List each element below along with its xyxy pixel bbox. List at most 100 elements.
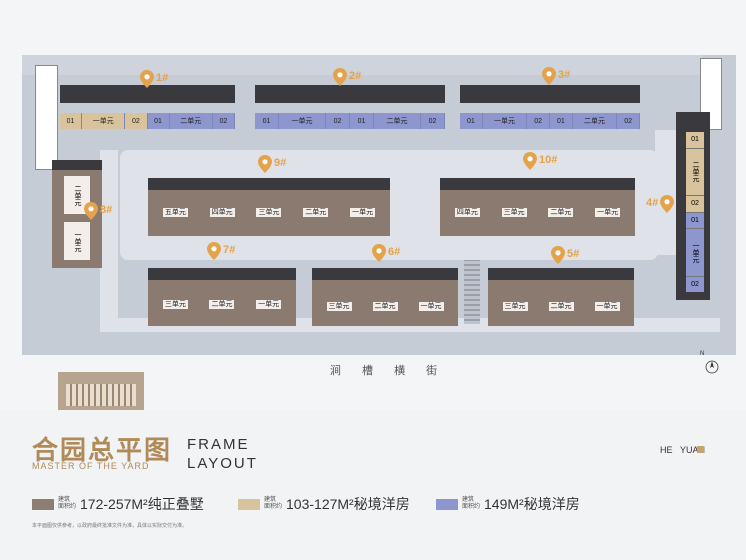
unit-label: 01 (60, 113, 83, 129)
pin-building-3[interactable]: 3# (542, 67, 570, 85)
unit-label: 四单元 (209, 208, 235, 217)
location-pin-icon (207, 242, 221, 260)
unit-label: 01 (147, 113, 170, 129)
unit-label: 三单元 (162, 300, 188, 309)
brand-vertical-1: HE (660, 445, 673, 455)
disclaimer: 本平面图仅供参考，以政府最终批准文件为准，具体以实际交付为准。 (32, 523, 188, 529)
legend-label-bottom: 面积约 (462, 504, 481, 510)
unit-label: 02 (686, 276, 704, 292)
swatch (32, 498, 54, 510)
building-9[interactable]: 五单元 四单元 三单元 二单元 一单元 (148, 178, 390, 236)
location-pin-icon (258, 155, 272, 173)
building-2[interactable]: 01 一单元 02 01 二单元 02 (255, 85, 445, 135)
building-3[interactable]: 01 一单元 02 01 二单元 02 (460, 85, 640, 135)
location-pin-icon (333, 68, 347, 86)
location-pin-icon (372, 244, 386, 262)
building-1[interactable]: 01 一单元 02 01 二单元 02 (60, 85, 235, 135)
unit-label: 二单元 (303, 208, 329, 217)
unit-label: 一单元 (418, 302, 444, 311)
legend-text: 172-257M²纯正叠墅 (80, 496, 204, 512)
building-5[interactable]: 三单元 二单元 一单元 (488, 268, 634, 326)
pin-label: 5# (567, 248, 580, 260)
brand-vertical-2: YUAN (680, 445, 706, 455)
unit-label: 01 (460, 113, 483, 129)
unit-label: 二单元 (572, 113, 618, 129)
legend-label-bottom: 面积约 (264, 504, 283, 510)
frame-title-line2: LAYOUT (187, 455, 258, 472)
legend-text: 149M²秘境洋房 (484, 496, 580, 512)
unit-label: 二单元 (548, 302, 574, 311)
compass-label: N (700, 351, 705, 357)
unit-label: 一单元 (64, 222, 90, 260)
building-7[interactable]: 三单元 二单元 一单元 (148, 268, 296, 326)
unit-label: 02 (125, 113, 148, 129)
clubhouse-photo (58, 372, 144, 410)
pin-label: 4# (646, 197, 659, 209)
unit-label: 二单元 (374, 113, 421, 129)
unit-label: 一单元 (82, 113, 126, 129)
north-arrow-icon (705, 360, 719, 374)
unit-label: 02 (212, 113, 235, 129)
site-gate (464, 260, 480, 324)
unit-label: 四单元 (454, 208, 480, 217)
legend-small-label: 建筑 面积约 (462, 497, 480, 511)
street-name: 涧 槽 横 街 (330, 365, 447, 377)
swatch (436, 498, 458, 510)
unit-label: 02 (527, 113, 550, 129)
legend-text: 103-127M²秘境洋房 (286, 496, 410, 512)
unit-label: 三单元 (326, 302, 352, 311)
pin-building-4[interactable]: 4# (646, 195, 675, 213)
unit-label: 01 (686, 132, 704, 149)
pin-building-1[interactable]: 1# (140, 70, 168, 88)
building-6[interactable]: 三单元 二单元 一单元 (312, 268, 458, 326)
unit-label: 二单元 (686, 148, 704, 196)
pin-building-10[interactable]: 10# (523, 152, 557, 170)
building-10[interactable]: 四单元 三单元 二单元 一单元 (440, 178, 635, 236)
pin-label: 2# (349, 70, 362, 82)
location-pin-icon (542, 67, 556, 85)
unit-label: 一单元 (279, 113, 326, 129)
pin-label: 1# (156, 72, 169, 84)
pin-label: 10# (539, 154, 558, 166)
unit-label: 一单元 (482, 113, 528, 129)
location-pin-icon (551, 246, 565, 264)
unit-label: 02 (686, 196, 704, 213)
pin-building-6[interactable]: 6# (372, 244, 400, 262)
frame-title-line1: FRAME (187, 436, 250, 453)
unit-label: 二单元 (548, 208, 574, 217)
pin-label: 8# (100, 204, 113, 216)
location-pin-icon (140, 70, 154, 88)
unit-label: 三单元 (256, 208, 282, 217)
unit-label: 01 (686, 212, 704, 229)
pin-building-2[interactable]: 2# (333, 68, 361, 86)
building-4[interactable]: 01 二单元 02 01 一单元 02 (676, 112, 710, 300)
legend-label-top: 建筑 (264, 497, 277, 503)
unit-label: 02 (617, 113, 640, 129)
pin-label: 3# (558, 69, 571, 81)
pin-building-7[interactable]: 7# (207, 242, 235, 260)
unit-label: 一单元 (594, 302, 620, 311)
unit-label: 一单元 (256, 300, 282, 309)
unit-label: 二单元 (209, 300, 235, 309)
unit-label: 一单元 (686, 229, 704, 277)
unit-label: 02 (326, 113, 350, 129)
unit-label: 01 (255, 113, 279, 129)
pin-label: 9# (274, 157, 287, 169)
legend-item-2: 建筑 面积约 103-127M²秘境洋房 (238, 494, 410, 514)
pin-label: 7# (223, 244, 236, 256)
unit-label: 一单元 (350, 208, 376, 217)
swatch (238, 498, 260, 510)
pin-building-8[interactable]: 8# (84, 202, 112, 220)
unit-label: 三单元 (502, 302, 528, 311)
pin-building-9[interactable]: 9# (258, 155, 286, 173)
unit-label: 01 (550, 113, 573, 129)
brand-mark-icon (697, 446, 704, 453)
compass: N (700, 351, 722, 375)
pin-building-5[interactable]: 5# (551, 246, 579, 264)
location-pin-icon (84, 202, 98, 220)
legend-item-1: 建筑 面积约 172-257M²纯正叠墅 (32, 494, 204, 514)
unit-label: 一单元 (595, 208, 621, 217)
pin-label: 6# (388, 246, 401, 258)
legend-item-3: 建筑 面积约 149M²秘境洋房 (436, 494, 580, 514)
unit-label: 三单元 (501, 208, 527, 217)
